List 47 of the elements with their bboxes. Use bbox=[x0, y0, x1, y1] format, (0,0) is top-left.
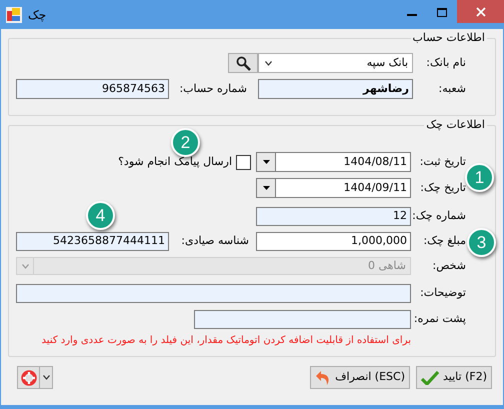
dropdown-value: شاهی 0 bbox=[366, 258, 407, 274]
bank-dropdown[interactable]: بانک سپه bbox=[258, 53, 413, 73]
caret-icon bbox=[262, 160, 270, 164]
hint-text: برای استفاده از قابلیت اضافه کردن اتوماتیک مقدار، این فیلد را به صورت عددی وارد کنید bbox=[42, 334, 411, 348]
input-field[interactable]: 1,000,000 bbox=[256, 232, 411, 251]
lifebuoy-icon bbox=[20, 370, 36, 386]
help-button[interactable] bbox=[17, 366, 53, 389]
input-field[interactable]: 5423658877444111 bbox=[16, 232, 169, 251]
field-label: شماره چک: bbox=[411, 208, 466, 224]
input-field[interactable] bbox=[194, 310, 411, 329]
app-icon bbox=[6, 7, 22, 23]
checkmark-icon bbox=[421, 370, 440, 384]
confirm-button[interactable]: تایید (F2) bbox=[416, 366, 492, 389]
field-label: تاریخ چک: bbox=[419, 180, 466, 196]
date-value: 1404/09/11 bbox=[342, 180, 408, 196]
cancel-button[interactable]: انصراف (ESC) bbox=[310, 366, 410, 389]
search-button[interactable] bbox=[228, 53, 258, 73]
date-value: 1404/08/11 bbox=[342, 154, 408, 170]
field-label: شعبه: bbox=[438, 80, 466, 97]
date-field[interactable]: 1404/09/11 bbox=[256, 178, 411, 198]
group-title: اطلاعات چک bbox=[424, 117, 487, 134]
search-icon bbox=[236, 56, 250, 70]
chevron-icon bbox=[264, 60, 272, 66]
input-field[interactable]: 965874563 bbox=[16, 79, 169, 99]
field-label: شناسه صیادی: bbox=[180, 233, 249, 250]
input-field[interactable]: 12 bbox=[256, 207, 411, 226]
checkbox[interactable] bbox=[236, 154, 251, 170]
dropdown-button[interactable] bbox=[257, 179, 276, 197]
input-field[interactable]: رضاشهر bbox=[258, 79, 413, 99]
field-label: شخص: bbox=[432, 258, 466, 274]
field-label: تاریخ ثبت: bbox=[418, 154, 466, 170]
close-button[interactable] bbox=[457, 0, 504, 23]
date-field[interactable]: 1404/08/11 bbox=[256, 152, 411, 172]
field-label: توضیحات: bbox=[419, 285, 466, 302]
field-label: شماره حساب: bbox=[179, 80, 247, 97]
dropdown-value: بانک سپه bbox=[366, 54, 409, 71]
chevron-icon bbox=[22, 264, 28, 268]
dropdown-button[interactable] bbox=[257, 153, 276, 171]
field-label: مبلغ چک: bbox=[422, 233, 466, 250]
chevron-icon bbox=[42, 375, 50, 380]
close-icon bbox=[476, 6, 486, 16]
field-label: نام بانک: bbox=[425, 54, 466, 71]
field-label: پشت نمره: bbox=[412, 311, 466, 328]
undo-arrow-icon bbox=[315, 370, 332, 386]
input-field[interactable] bbox=[16, 284, 411, 303]
window-title: چک bbox=[28, 7, 46, 24]
caret-icon bbox=[262, 186, 270, 190]
